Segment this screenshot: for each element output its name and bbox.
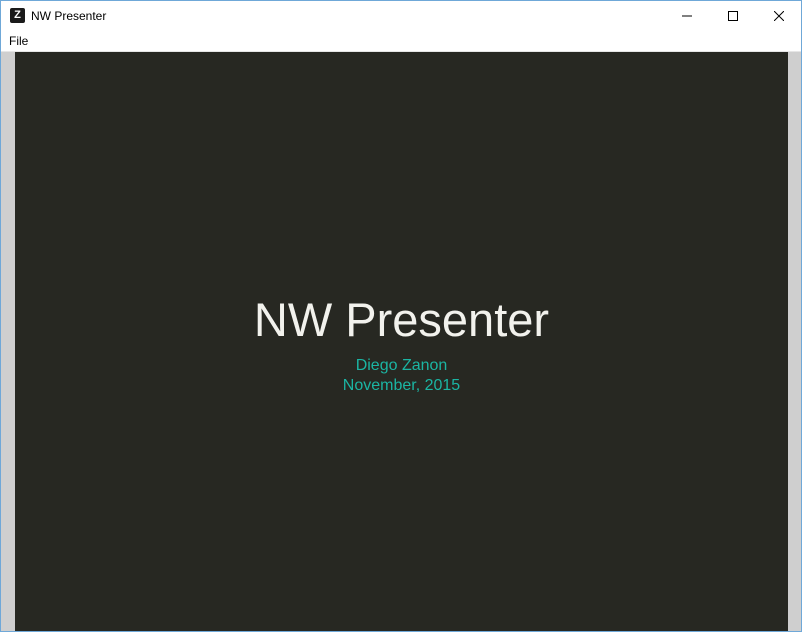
menu-bar: File bbox=[1, 31, 801, 52]
maximize-button[interactable] bbox=[710, 1, 756, 31]
close-icon bbox=[774, 11, 784, 21]
title-bar[interactable]: Z NW Presenter bbox=[1, 1, 801, 31]
slide-date: November, 2015 bbox=[342, 377, 461, 394]
menu-file[interactable]: File bbox=[9, 34, 28, 49]
content-area: NW Presenter Diego Zanon November, 2015 bbox=[1, 52, 801, 631]
app-icon: Z bbox=[10, 8, 25, 23]
app-window: Z NW Presenter File NW Presenter Diego Z… bbox=[0, 0, 802, 632]
presentation-slide[interactable]: NW Presenter Diego Zanon November, 2015 bbox=[15, 52, 788, 631]
minimize-icon bbox=[682, 15, 692, 17]
slide-author: Diego Zanon bbox=[355, 357, 448, 374]
close-button[interactable] bbox=[756, 1, 801, 31]
minimize-button[interactable] bbox=[664, 1, 710, 31]
window-title: NW Presenter bbox=[31, 9, 107, 23]
maximize-icon bbox=[728, 11, 738, 21]
slide-title: NW Presenter bbox=[253, 293, 550, 346]
